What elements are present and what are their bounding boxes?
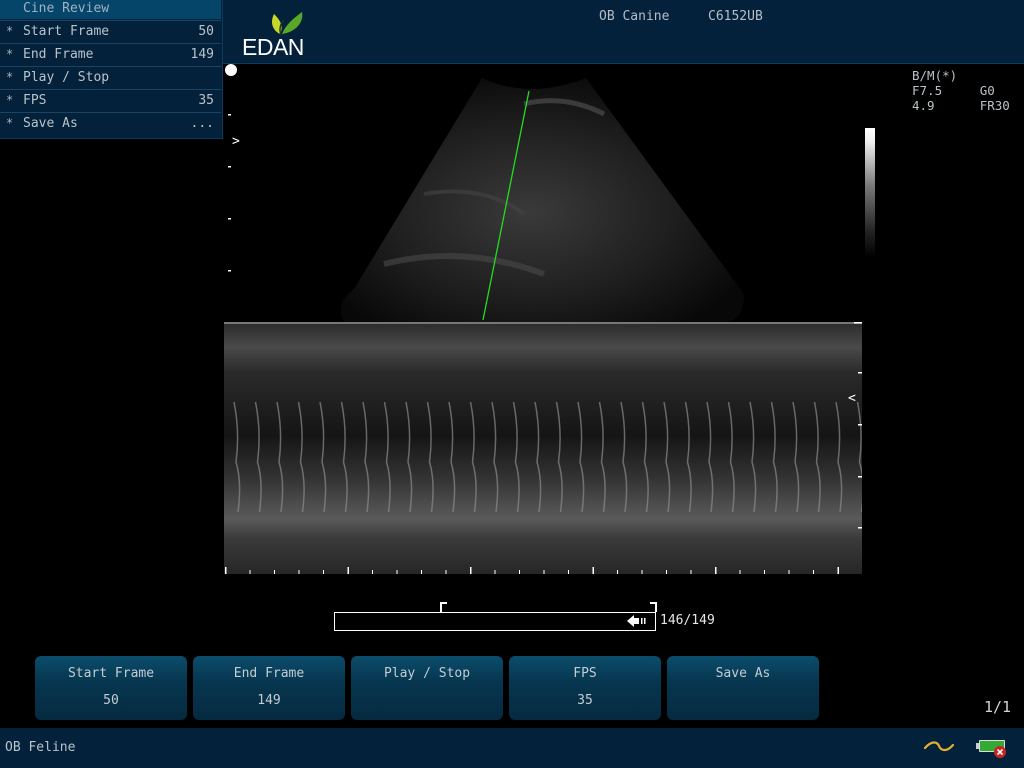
menu-item-end-frame[interactable]: * End Frame 149 xyxy=(0,43,221,66)
time-tick-minor xyxy=(372,570,373,574)
menu-item-fps[interactable]: * FPS 35 xyxy=(0,89,221,112)
m-mode-image xyxy=(224,322,862,574)
menu-item-value: 149 xyxy=(190,47,214,62)
menu-bullet: * xyxy=(6,93,14,107)
m-mode-depth-marker-icon: < xyxy=(848,391,856,406)
menu-title: Cine Review xyxy=(0,0,221,19)
menu-item-save-as[interactable]: * Save As ... xyxy=(0,112,221,135)
time-tick-minor xyxy=(764,570,765,574)
menu-item-label: Save As xyxy=(23,116,78,131)
page-indicator[interactable]: 1/1 xyxy=(984,698,1011,716)
button-label: Play / Stop xyxy=(383,666,471,681)
time-tick-major xyxy=(715,567,717,574)
fps-button[interactable]: FPS 35 xyxy=(509,656,661,720)
menu-item-value: 35 xyxy=(198,93,214,108)
exam-type-label: OB Canine xyxy=(599,9,670,24)
button-label: End Frame xyxy=(233,666,305,681)
time-tick-minor xyxy=(739,570,741,574)
brand-name: EDAN xyxy=(242,34,304,60)
menu-item-start-frame[interactable]: * Start Frame 50 xyxy=(0,20,221,43)
ultrasound-sector xyxy=(340,78,744,322)
time-tick-minor xyxy=(690,570,692,574)
probe-label: C6152UB xyxy=(708,9,763,24)
button-value: 149 xyxy=(257,693,281,708)
menu-item-value: 50 xyxy=(198,24,214,39)
preset-label: OB Feline xyxy=(5,740,76,755)
menu-bullet: * xyxy=(6,24,14,38)
menu-bullet: * xyxy=(6,116,14,130)
menu-bullet: * xyxy=(6,47,14,61)
time-tick-minor xyxy=(617,570,618,574)
button-value: 50 xyxy=(103,693,119,708)
mode-label: B/M(*) xyxy=(912,68,958,83)
cine-start-bracket[interactable] xyxy=(440,602,447,612)
time-tick-minor xyxy=(568,570,569,574)
menu-item-label: Play / Stop xyxy=(23,70,110,85)
battery-error-icon xyxy=(976,740,1006,758)
start-frame-button[interactable]: Start Frame 50 xyxy=(35,656,187,720)
focus-marker-icon[interactable]: > xyxy=(232,134,240,149)
end-frame-button[interactable]: End Frame 149 xyxy=(193,656,345,720)
play-stop-button[interactable]: Play / Stop xyxy=(351,656,503,720)
grayscale-bar xyxy=(865,128,875,258)
cine-position-arrow-icon[interactable] xyxy=(626,615,647,627)
cine-review-menu: Cine Review * Start Frame 50 * End Frame… xyxy=(0,0,223,139)
button-label: Save As xyxy=(715,666,771,681)
time-tick-minor xyxy=(666,570,667,574)
time-tick-minor xyxy=(813,570,814,574)
button-label: Start Frame xyxy=(67,666,155,681)
time-tick-major xyxy=(592,567,594,574)
menu-title-text: Cine Review xyxy=(23,1,110,16)
gain-label: G0 xyxy=(979,83,995,98)
time-tick-minor xyxy=(274,570,275,574)
save-as-button[interactable]: Save As xyxy=(667,656,819,720)
time-tick-major xyxy=(347,567,349,574)
menu-item-value: ... xyxy=(190,116,214,131)
ac-power-icon xyxy=(923,741,955,752)
time-tick-minor xyxy=(788,570,790,574)
time-tick-minor xyxy=(519,570,520,574)
time-tick-minor xyxy=(298,570,300,574)
button-label: FPS xyxy=(573,666,597,681)
time-tick-major xyxy=(470,567,472,574)
time-tick-major xyxy=(837,567,839,574)
menu-item-label: FPS xyxy=(23,93,47,108)
probe-orientation-marker-icon xyxy=(225,64,237,76)
time-tick-minor xyxy=(543,570,545,574)
time-tick-minor xyxy=(421,570,422,574)
button-value: 35 xyxy=(577,693,593,708)
imaging-parameters: B/M(*) F7.5 G0 4.9 FR30 xyxy=(912,68,1010,113)
frame-rate-label: FR30 xyxy=(979,98,1010,113)
depth-scale xyxy=(228,114,231,272)
menu-item-play-stop[interactable]: * Play / Stop xyxy=(0,66,221,89)
time-tick-minor xyxy=(323,570,324,574)
time-tick-major xyxy=(225,567,227,574)
time-tick-minor xyxy=(249,570,251,574)
menu-bullet: * xyxy=(6,70,14,84)
status-bar xyxy=(0,728,1024,768)
cine-progress-bar[interactable] xyxy=(334,612,656,631)
b-mode-image[interactable] xyxy=(224,64,862,322)
cine-frame-counter: 146/149 xyxy=(660,613,715,628)
time-tick-minor xyxy=(641,570,643,574)
menu-item-label: Start Frame xyxy=(23,24,110,39)
cine-end-bracket[interactable] xyxy=(650,602,657,612)
frequency-label: F7.5 xyxy=(912,83,943,98)
time-tick-minor xyxy=(494,570,496,574)
time-tick-minor xyxy=(445,570,447,574)
time-tick-minor xyxy=(396,570,398,574)
depth-label: 4.9 xyxy=(912,98,935,113)
menu-item-label: End Frame xyxy=(23,47,94,62)
